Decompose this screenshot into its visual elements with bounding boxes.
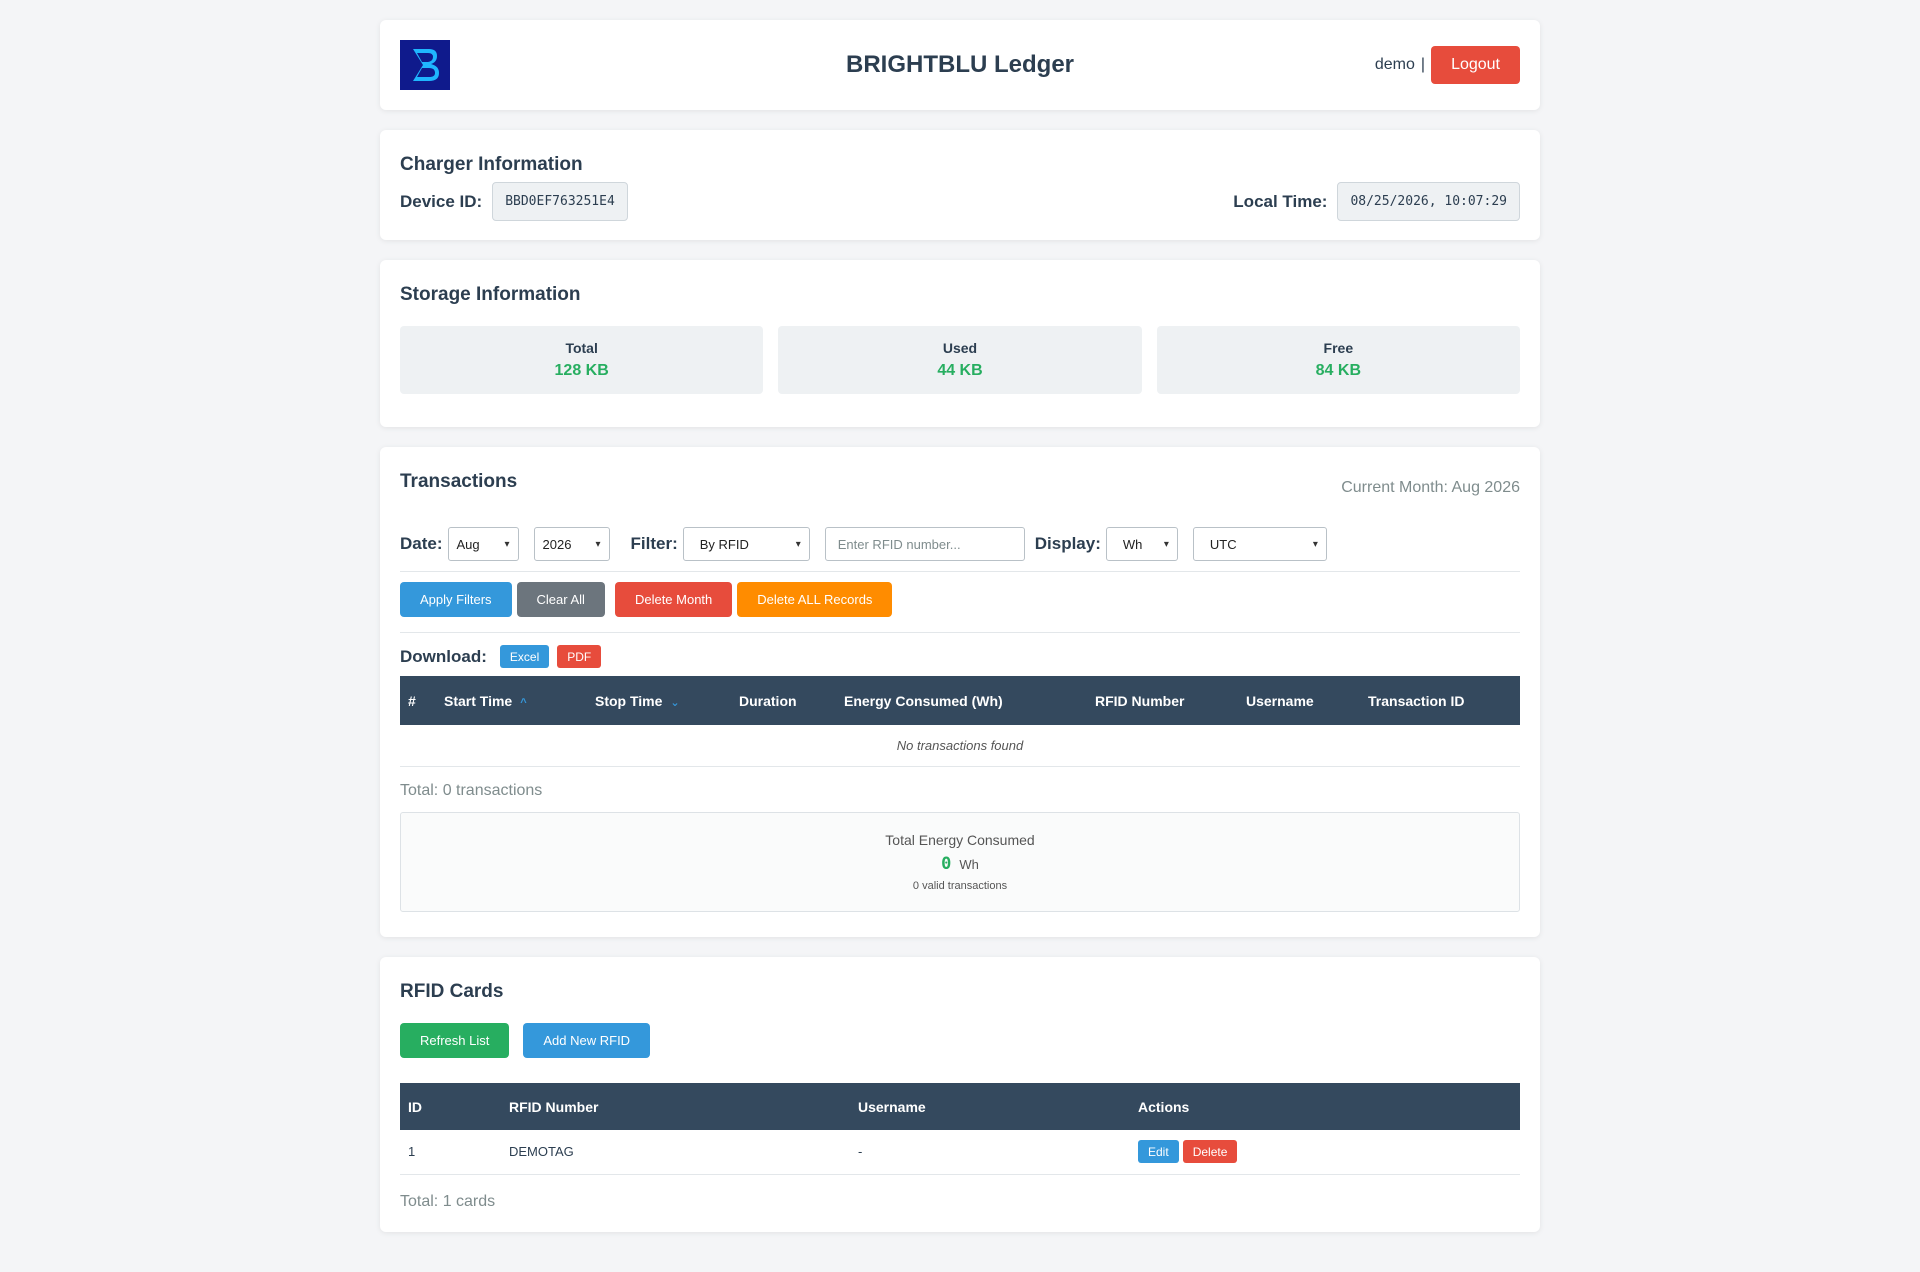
storage-total-label: Total bbox=[565, 340, 598, 356]
col-stop-time-label: Stop Time bbox=[595, 692, 663, 709]
sort-asc-icon[interactable]: ^ bbox=[520, 697, 526, 709]
empty-message: No transactions found bbox=[400, 725, 1520, 767]
year-select-value: 2026 bbox=[542, 536, 572, 552]
storage-info-card: Storage Information Total 128 KB Used 44… bbox=[380, 260, 1540, 427]
valid-transactions-count: 0 valid transactions bbox=[912, 879, 1008, 892]
storage-used-value: 44 KB bbox=[937, 362, 983, 379]
col-index: # bbox=[408, 692, 416, 709]
energy-summary-title: Total Energy Consumed bbox=[885, 831, 1035, 848]
filter-type-select[interactable]: By RFID ▾ bbox=[682, 527, 810, 561]
rfid-total: Total: 1 cards bbox=[400, 1192, 496, 1210]
filter-type-value: By RFID bbox=[699, 536, 749, 552]
device-id-value: BBD0EF763251E4 bbox=[492, 182, 628, 221]
device-id-label: Device ID: bbox=[400, 191, 483, 211]
unit-select-value: Wh bbox=[1122, 536, 1143, 552]
page: BRIGHTBLU Ledger demo | Logout Charger I… bbox=[380, 20, 1540, 1252]
transactions-title: Transactions bbox=[400, 471, 518, 492]
current-month: Current Month: Aug 2026 bbox=[1341, 479, 1520, 496]
transactions-total: Total: 0 transactions bbox=[400, 781, 543, 799]
col-start-time[interactable]: Start Time ^ bbox=[436, 676, 587, 725]
storage-info-title: Storage Information bbox=[400, 284, 581, 305]
chevron-down-icon: ▾ bbox=[1163, 538, 1169, 550]
rfid-cards-card: RFID Cards Refresh List Add New RFID ID … bbox=[380, 957, 1540, 1232]
filter-label: Filter: bbox=[630, 534, 678, 553]
logout-button[interactable]: Logout bbox=[1431, 46, 1520, 84]
divider bbox=[400, 571, 1520, 572]
col-rfid-username: Username bbox=[858, 1098, 926, 1115]
download-label: Download: bbox=[400, 646, 487, 666]
divider bbox=[400, 632, 1520, 633]
unit-select[interactable]: Wh ▾ bbox=[1105, 527, 1178, 561]
app-title: BRIGHTBLU Ledger bbox=[846, 51, 1074, 78]
delete-month-button[interactable]: Delete Month bbox=[614, 582, 733, 617]
chevron-down-icon: ▾ bbox=[595, 538, 601, 550]
download-pdf-button[interactable]: PDF bbox=[557, 645, 602, 668]
charger-info-card: Charger Information Device ID: BBD0EF763… bbox=[380, 130, 1540, 240]
energy-total-value: 0 bbox=[941, 853, 952, 874]
delete-rfid-button[interactable]: Delete bbox=[1182, 1140, 1238, 1164]
refresh-list-button[interactable]: Refresh List bbox=[400, 1023, 510, 1058]
local-time-value: 08/25/2026, 10:07:29 bbox=[1337, 182, 1520, 221]
col-start-time-label: Start Time bbox=[444, 692, 513, 709]
storage-total-value: 128 KB bbox=[554, 362, 609, 379]
download-excel-button[interactable]: Excel bbox=[499, 645, 550, 668]
storage-free: Free 84 KB bbox=[1156, 326, 1520, 394]
energy-unit: Wh bbox=[959, 856, 979, 872]
rfid-row-number: DEMOTAG bbox=[501, 1130, 850, 1175]
add-new-rfid-button[interactable]: Add New RFID bbox=[523, 1023, 651, 1058]
user-area: demo | Logout bbox=[1375, 46, 1520, 84]
filter-bar: Date: Aug ▾ 2026 ▾ Filter: By RFID ▾ Ent… bbox=[400, 527, 1520, 561]
rfid-row-username: - bbox=[850, 1130, 1130, 1175]
charger-info-title: Charger Information bbox=[400, 154, 583, 175]
delete-all-records-button[interactable]: Delete ALL Records bbox=[737, 582, 893, 617]
local-time-label: Local Time: bbox=[1233, 191, 1328, 211]
month-select-value: Aug bbox=[456, 536, 480, 552]
col-stop-time[interactable]: Stop Time ⌄ bbox=[587, 676, 731, 725]
display-label: Display: bbox=[1034, 534, 1101, 553]
brightblu-logo-icon bbox=[400, 40, 450, 90]
sort-desc-icon[interactable]: ⌄ bbox=[670, 697, 679, 709]
timezone-select[interactable]: UTC ▾ bbox=[1192, 527, 1327, 561]
chevron-down-icon: ▾ bbox=[795, 538, 801, 550]
col-id: ID bbox=[408, 1098, 422, 1115]
storage-free-value: 84 KB bbox=[1315, 362, 1361, 379]
rfid-filter-input[interactable]: Enter RFID number... bbox=[824, 527, 1025, 561]
date-label: Date: bbox=[400, 534, 443, 553]
username-separator: | bbox=[1420, 56, 1426, 73]
username: demo bbox=[1374, 56, 1415, 73]
storage-free-label: Free bbox=[1323, 340, 1354, 356]
empty-row: No transactions found bbox=[400, 725, 1520, 767]
storage-used: Used 44 KB bbox=[778, 326, 1142, 394]
month-select[interactable]: Aug ▾ bbox=[447, 527, 519, 561]
rfid-table: ID RFID Number Username Actions 1 DEMOTA… bbox=[400, 1083, 1520, 1175]
col-energy: Energy Consumed (Wh) bbox=[844, 692, 1003, 709]
clear-all-button[interactable]: Clear All bbox=[516, 582, 605, 617]
table-row: 1 DEMOTAG - Edit Delete bbox=[400, 1130, 1520, 1175]
download-bar: Download: Excel PDF bbox=[400, 645, 1520, 668]
transactions-card: Transactions Current Month: Aug 2026 Dat… bbox=[380, 447, 1540, 937]
col-rfid: RFID Number bbox=[509, 1098, 599, 1115]
transaction-actions: Apply Filters Clear All Delete Month Del… bbox=[400, 582, 1520, 617]
transactions-table: # Start Time ^ Stop Time ⌄ Duration Energy… bbox=[400, 676, 1520, 767]
energy-summary: Total Energy Consumed 0 Wh 0 valid trans… bbox=[400, 811, 1520, 912]
storage-total: Total 128 KB bbox=[400, 326, 764, 394]
rfid-row-actions: Edit Delete bbox=[1130, 1130, 1520, 1175]
app-header: BRIGHTBLU Ledger demo | Logout bbox=[380, 20, 1540, 110]
chevron-down-icon: ▾ bbox=[1312, 538, 1318, 550]
storage-used-label: Used bbox=[942, 340, 978, 356]
col-username: Username bbox=[1246, 692, 1314, 709]
rfid-table-header: ID RFID Number Username Actions bbox=[400, 1083, 1520, 1130]
rfid-cards-title: RFID Cards bbox=[400, 981, 504, 1002]
col-transaction-id: Transaction ID bbox=[1368, 692, 1465, 709]
chevron-down-icon: ▾ bbox=[504, 538, 510, 550]
rfid-row-id: 1 bbox=[400, 1130, 501, 1175]
edit-rfid-button[interactable]: Edit bbox=[1138, 1140, 1179, 1164]
col-actions: Actions bbox=[1138, 1098, 1190, 1115]
transactions-table-header: # Start Time ^ Stop Time ⌄ Duration Energy… bbox=[400, 676, 1520, 725]
timezone-select-value: UTC bbox=[1209, 536, 1237, 552]
apply-filters-button[interactable]: Apply Filters bbox=[400, 582, 512, 617]
col-duration: Duration bbox=[739, 692, 797, 709]
year-select[interactable]: 2026 ▾ bbox=[533, 527, 610, 561]
col-rfid-number: RFID Number bbox=[1095, 692, 1185, 709]
